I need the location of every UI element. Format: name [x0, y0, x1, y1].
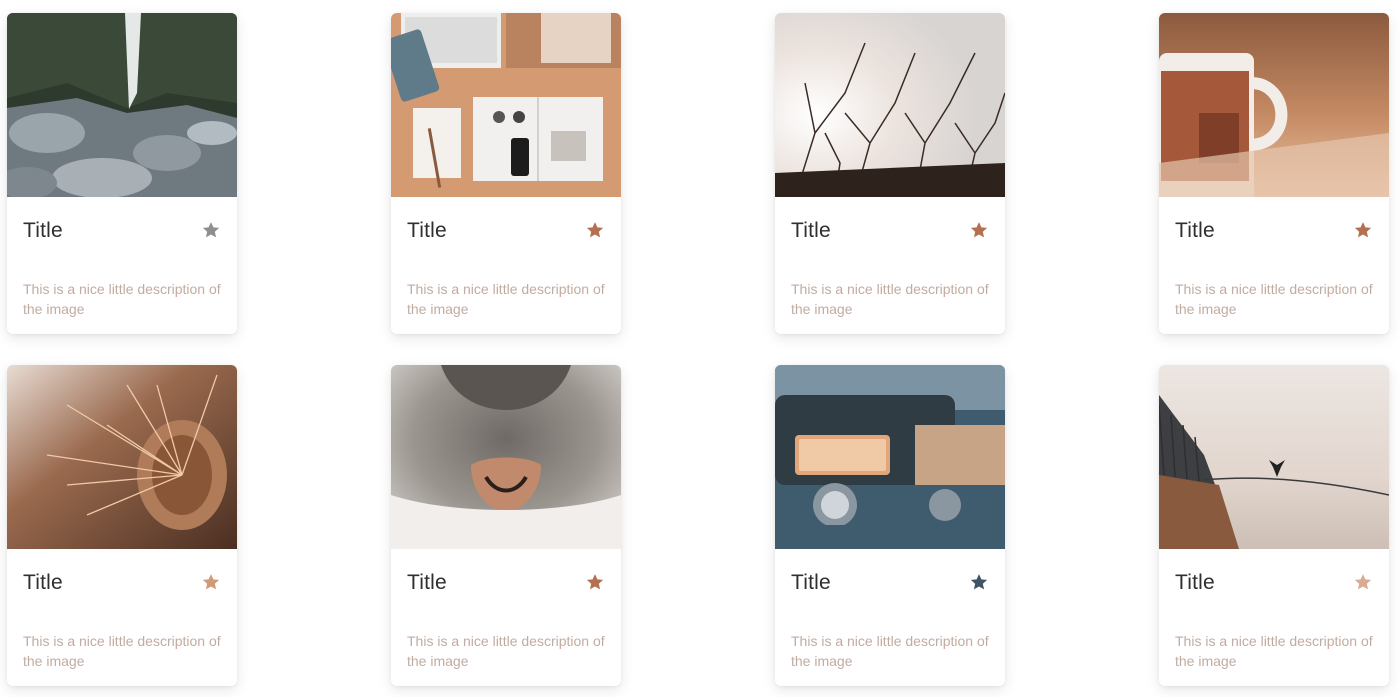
star-icon[interactable]	[969, 572, 989, 592]
image-card[interactable]: Title This is a nice little description …	[1159, 13, 1389, 334]
star-icon[interactable]	[1353, 572, 1373, 592]
card-image-cat[interactable]	[391, 365, 621, 549]
card-grid: Title This is a nice little description …	[0, 0, 1400, 697]
card-image-desk[interactable]	[391, 13, 621, 197]
spiky-plant-photo	[7, 365, 237, 549]
card-title: Title	[1175, 571, 1215, 594]
card-description: This is a nice little description of the…	[407, 633, 605, 669]
card-description: This is a nice little description of the…	[791, 633, 989, 669]
card-description: This is a nice little description of the…	[23, 281, 221, 317]
image-card[interactable]: Title This is a nice little description …	[7, 365, 237, 686]
tuk-tuk-photo	[775, 365, 1005, 549]
image-card[interactable]: Title This is a nice little description …	[7, 13, 237, 334]
star-icon[interactable]	[969, 220, 989, 240]
coffee-mug-photo	[1159, 13, 1389, 197]
desk-flatlay-photo	[391, 13, 621, 197]
star-icon[interactable]	[585, 572, 605, 592]
card-title: Title	[407, 219, 447, 242]
image-card[interactable]: Title This is a nice little description …	[775, 13, 1005, 334]
card-image-boat[interactable]	[1159, 365, 1389, 549]
card-image-branches[interactable]	[775, 13, 1005, 197]
image-card[interactable]: Title This is a nice little description …	[775, 365, 1005, 686]
card-title: Title	[407, 571, 447, 594]
star-icon[interactable]	[1353, 220, 1373, 240]
branches-sky-photo	[775, 13, 1005, 197]
cat-nose-photo	[391, 365, 621, 549]
card-title: Title	[23, 219, 63, 242]
star-icon[interactable]	[585, 220, 605, 240]
card-title: Title	[23, 571, 63, 594]
card-title: Title	[1175, 219, 1215, 242]
card-description: This is a nice little description of the…	[23, 633, 221, 669]
waterfall-rocks-photo	[7, 13, 237, 197]
image-card[interactable]: Title This is a nice little description …	[1159, 365, 1389, 686]
card-title: Title	[791, 219, 831, 242]
card-image-tuktuk[interactable]	[775, 365, 1005, 549]
star-icon[interactable]	[201, 572, 221, 592]
card-image-plant[interactable]	[7, 365, 237, 549]
image-card[interactable]: Title This is a nice little description …	[391, 13, 621, 334]
card-description: This is a nice little description of the…	[1175, 633, 1373, 669]
star-icon[interactable]	[201, 220, 221, 240]
boat-bird-photo	[1159, 365, 1389, 549]
card-image-waterfall[interactable]	[7, 13, 237, 197]
card-image-mug[interactable]	[1159, 13, 1389, 197]
card-description: This is a nice little description of the…	[407, 281, 605, 317]
card-description: This is a nice little description of the…	[1175, 281, 1373, 317]
card-title: Title	[791, 571, 831, 594]
card-description: This is a nice little description of the…	[791, 281, 989, 317]
image-card[interactable]: Title This is a nice little description …	[391, 365, 621, 686]
